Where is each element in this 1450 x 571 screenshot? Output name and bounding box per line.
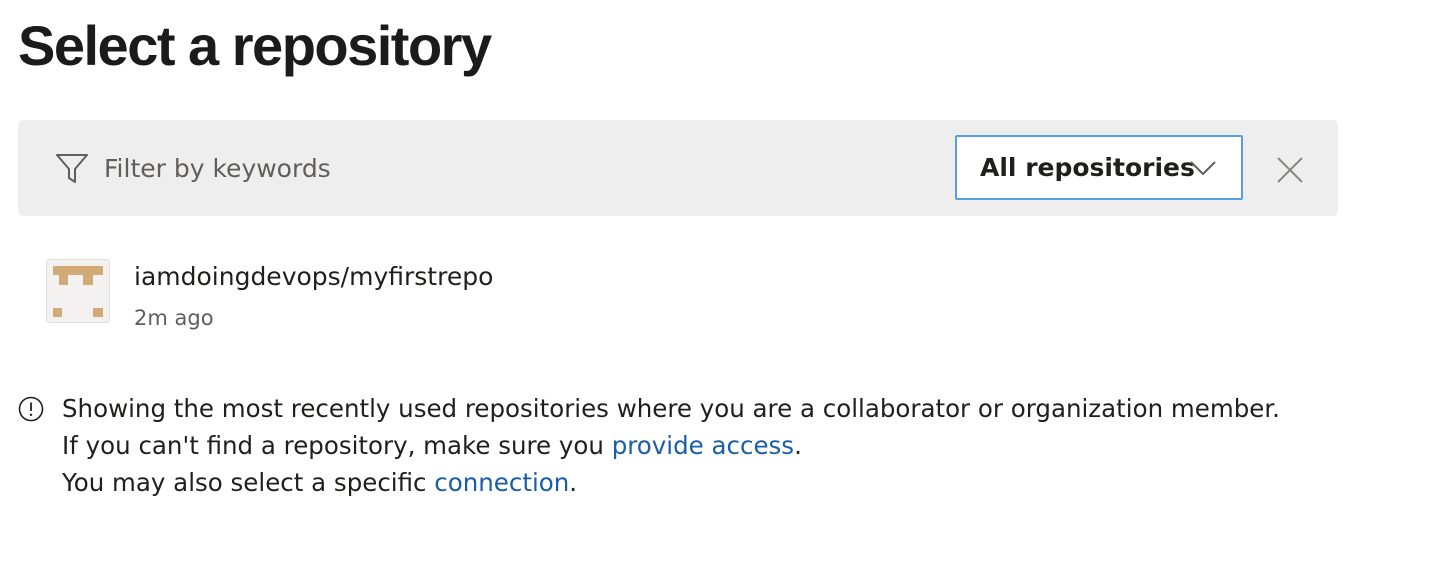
info-message: Showing the most recently used repositor…	[62, 390, 1280, 501]
clear-filter-button[interactable]	[1272, 152, 1308, 188]
filter-keywords-input[interactable]	[104, 146, 804, 190]
identicon-shapes	[53, 266, 103, 317]
info-line-3-suffix: .	[569, 468, 578, 497]
close-icon	[1277, 157, 1303, 183]
identicon	[53, 266, 103, 317]
connection-link[interactable]: connection	[434, 468, 569, 497]
info-line-2-suffix: .	[794, 431, 802, 460]
info-line-3-prefix: You may also select a specific	[62, 468, 435, 497]
info-line-2: If you can't find a repository, make sur…	[62, 427, 1280, 464]
info-icon	[18, 396, 44, 422]
info-line-3: You may also select a specific connectio…	[62, 464, 1280, 501]
provide-access-link[interactable]: provide access	[612, 431, 794, 460]
info-line-1: Showing the most recently used repositor…	[62, 394, 1280, 423]
repository-scope-dropdown[interactable]: All repositories	[955, 135, 1243, 200]
filter-bar: All repositories	[18, 120, 1338, 216]
repository-last-used: 2m ago	[134, 306, 214, 330]
repository-name: iamdoingdevops/myfirstrepo	[134, 262, 494, 291]
info-line-2-prefix: If you can't find a repository, make sur…	[62, 431, 612, 460]
repository-avatar	[46, 259, 110, 323]
filter-icon	[56, 154, 88, 183]
dropdown-label: All repositories	[980, 153, 1195, 182]
chevron-down-icon	[1190, 161, 1216, 176]
page-title: Select a repository	[18, 14, 492, 77]
repository-list-item[interactable]: iamdoingdevops/myfirstrepo 2m ago	[40, 250, 640, 340]
